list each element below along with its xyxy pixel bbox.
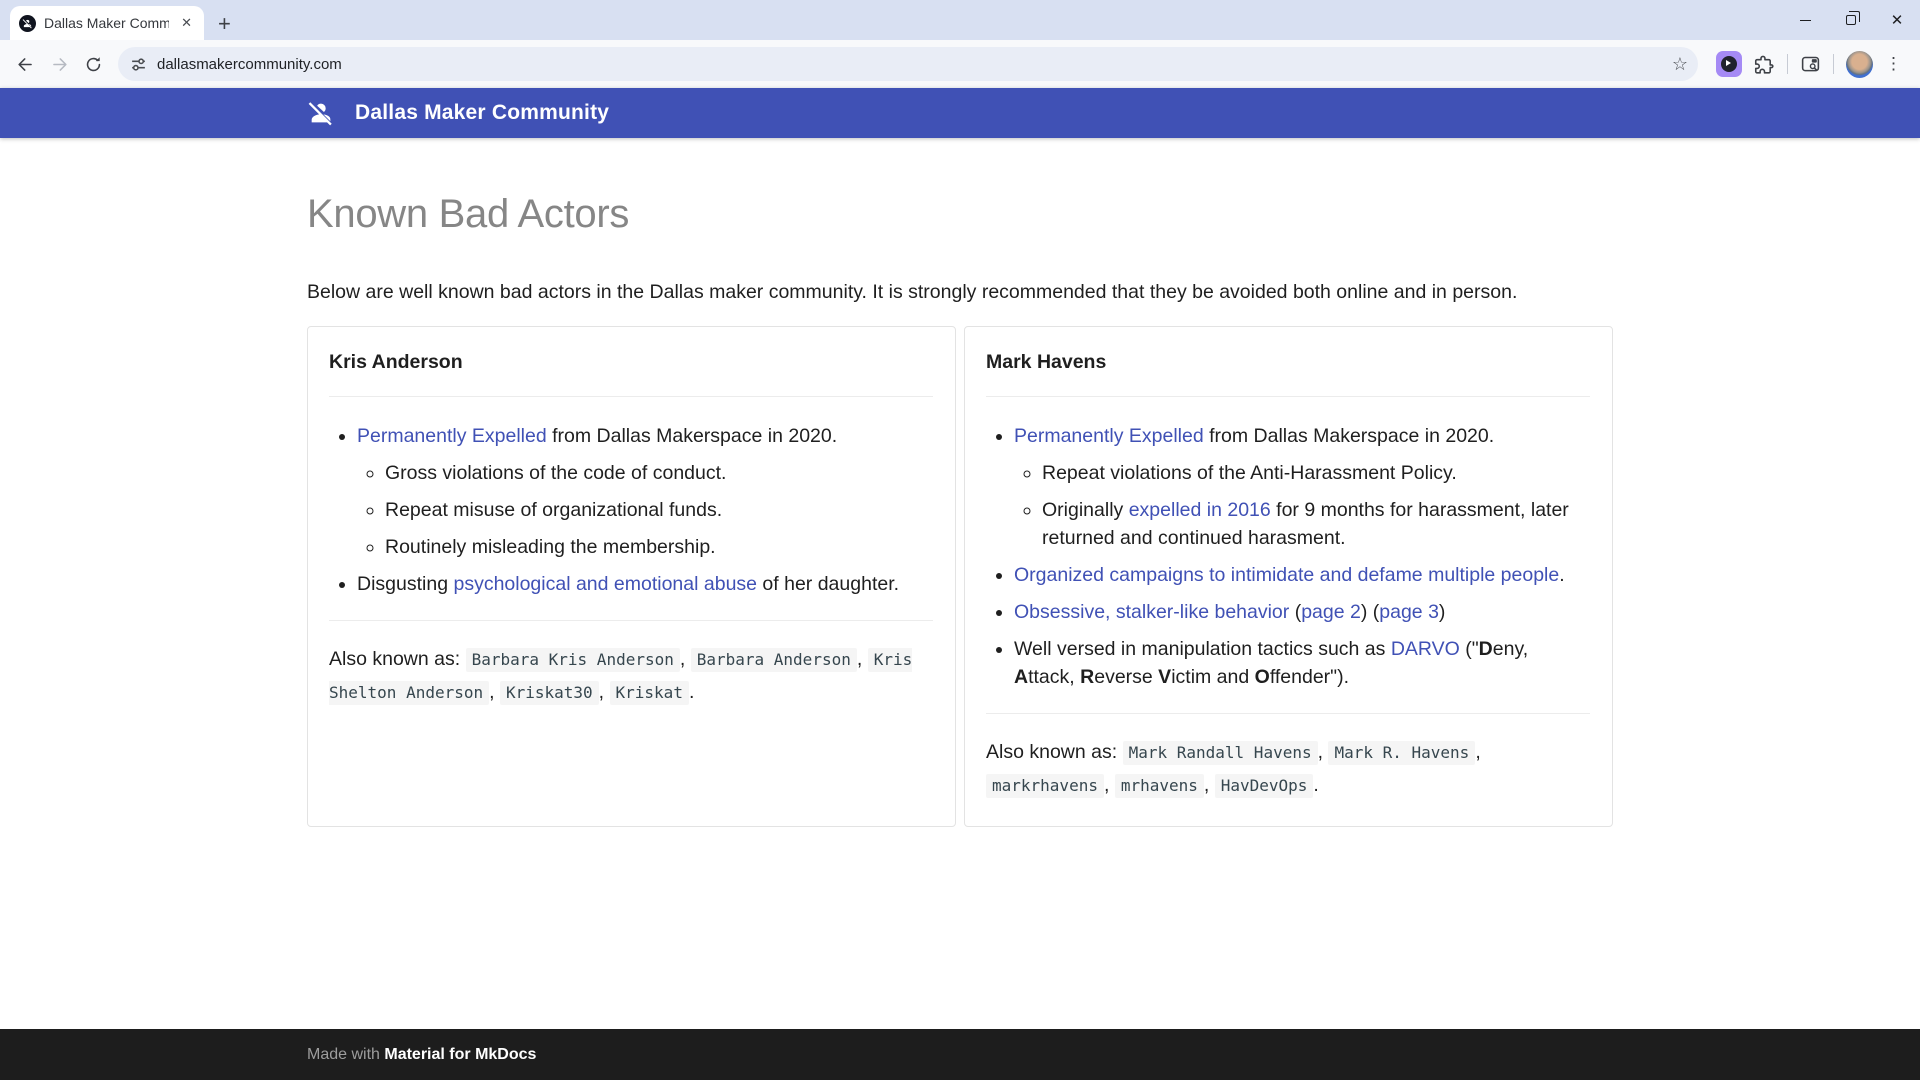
bullet-list: Permanently Expelled from Dallas Makersp… bbox=[329, 422, 933, 598]
page-title: Known Bad Actors bbox=[307, 192, 1613, 237]
bullet-list: Repeat violations of the Anti-Harassment… bbox=[1014, 459, 1590, 552]
sidebar-search-icon[interactable] bbox=[1800, 54, 1821, 75]
inline-link[interactable]: page 2 bbox=[1301, 601, 1361, 623]
alias-code: Kriskat30 bbox=[500, 681, 599, 705]
tab-close-icon[interactable]: ✕ bbox=[177, 13, 196, 33]
back-icon bbox=[16, 55, 35, 74]
aka-line: Also known as: Mark Randall Havens, Mark… bbox=[986, 736, 1590, 802]
card-title: Kris Anderson bbox=[329, 351, 933, 374]
forward-icon bbox=[50, 55, 69, 74]
inline-link[interactable]: page 3 bbox=[1379, 601, 1439, 623]
back-button[interactable] bbox=[8, 47, 42, 81]
list-item: Well versed in manipulation tactics such… bbox=[1014, 635, 1590, 691]
divider bbox=[329, 396, 933, 397]
extensions-puzzle-icon[interactable] bbox=[1754, 54, 1775, 75]
minimize-icon bbox=[1800, 20, 1811, 21]
browser-tabstrip: Dallas Maker Community ✕ + ✕ bbox=[0, 0, 1920, 40]
site-header: Dallas Maker Community bbox=[0, 88, 1920, 138]
inline-link[interactable]: psychological and emotional abuse bbox=[453, 573, 757, 595]
alias-code: HavDevOps bbox=[1215, 774, 1314, 798]
url-text[interactable]: dallasmakercommunity.com bbox=[157, 56, 342, 73]
address-bar[interactable]: dallasmakercommunity.com ☆ bbox=[118, 47, 1698, 81]
lens-icon bbox=[1721, 56, 1737, 72]
alias-code: Barbara Kris Anderson bbox=[466, 648, 680, 672]
site-title[interactable]: Dallas Maker Community bbox=[355, 101, 609, 125]
site-footer: Made with Material for MkDocs bbox=[0, 1029, 1920, 1080]
card-title: Mark Havens bbox=[986, 351, 1590, 374]
window-controls: ✕ bbox=[1782, 0, 1920, 40]
restore-icon bbox=[1846, 15, 1856, 25]
list-item: Repeat misuse of organizational funds. bbox=[385, 496, 933, 524]
window-restore-button[interactable] bbox=[1828, 0, 1874, 40]
alias-code: Mark R. Havens bbox=[1328, 741, 1475, 765]
kebab-menu-icon[interactable]: ⋮ bbox=[1885, 54, 1902, 74]
footer-text: Made with Material for MkDocs bbox=[307, 1046, 1613, 1064]
bad-actor-card: Mark Havens Permanently Expelled from Dal… bbox=[964, 326, 1613, 827]
toolbar-divider bbox=[1787, 54, 1788, 74]
new-tab-icon[interactable]: + bbox=[218, 13, 231, 35]
made-with-label: Made with bbox=[307, 1046, 384, 1063]
browser-toolbar: dallasmakercommunity.com ☆ ⋮ bbox=[0, 40, 1920, 88]
list-item: Permanently Expelled from Dallas Makersp… bbox=[357, 422, 933, 561]
list-item: Disgusting psychological and emotional a… bbox=[357, 570, 933, 598]
inline-link[interactable]: Obsessive, stalker-like behavior bbox=[1014, 601, 1289, 623]
inline-link[interactable]: expelled in 2016 bbox=[1129, 499, 1271, 521]
close-icon: ✕ bbox=[1891, 13, 1904, 28]
bold-text: V bbox=[1158, 666, 1171, 688]
reload-icon bbox=[84, 55, 103, 74]
window-close-button[interactable]: ✕ bbox=[1874, 0, 1920, 40]
profile-avatar[interactable] bbox=[1846, 51, 1873, 78]
list-item: Organized campaigns to intimidate and de… bbox=[1014, 561, 1590, 589]
reload-button[interactable] bbox=[76, 47, 110, 81]
web-page: Dallas Maker Community Known Bad Actors … bbox=[0, 88, 1920, 1080]
alias-code: Mark Randall Havens bbox=[1123, 741, 1318, 765]
site-favicon bbox=[19, 15, 36, 32]
alias-code: mrhavens bbox=[1115, 774, 1204, 798]
list-item: Permanently Expelled from Dallas Makersp… bbox=[1014, 422, 1590, 552]
alias-code: Barbara Anderson bbox=[691, 648, 857, 672]
alias-code: Kriskat bbox=[610, 681, 689, 705]
main-content: Known Bad Actors Below are well known ba… bbox=[0, 138, 1920, 1029]
list-item: Gross violations of the code of conduct. bbox=[385, 459, 933, 487]
toolbar-right-cluster: ⋮ bbox=[1704, 51, 1912, 78]
bad-actor-cards: Kris Anderson Permanently Expelled from D… bbox=[307, 326, 1613, 827]
bad-actor-card: Kris Anderson Permanently Expelled from D… bbox=[307, 326, 956, 827]
toolbar-divider bbox=[1833, 54, 1834, 74]
person-off-logo-icon bbox=[307, 99, 335, 127]
forward-button[interactable] bbox=[42, 47, 76, 81]
alias-code: markrhavens bbox=[986, 774, 1104, 798]
list-item: Routinely misleading the membership. bbox=[385, 533, 933, 561]
divider bbox=[986, 396, 1590, 397]
list-item: Originally expelled in 2016 for 9 months… bbox=[1042, 496, 1590, 552]
generator-link[interactable]: Material for MkDocs bbox=[384, 1046, 536, 1063]
aka-line: Also known as: Barbara Kris Anderson, Ba… bbox=[329, 643, 933, 709]
bold-text: D bbox=[1479, 638, 1493, 660]
list-item: Repeat violations of the Anti-Harassment… bbox=[1042, 459, 1590, 487]
window-minimize-button[interactable] bbox=[1782, 0, 1828, 40]
divider bbox=[329, 620, 933, 621]
bullet-list: Permanently Expelled from Dallas Makersp… bbox=[986, 422, 1590, 691]
inline-link[interactable]: DARVO bbox=[1391, 638, 1460, 660]
bold-text: O bbox=[1255, 666, 1270, 688]
inline-link[interactable]: Permanently Expelled bbox=[1014, 425, 1204, 447]
bold-text: A bbox=[1014, 666, 1028, 688]
tab-title: Dallas Maker Community bbox=[44, 15, 169, 31]
inline-link[interactable]: Permanently Expelled bbox=[357, 425, 547, 447]
intro-paragraph: Below are well known bad actors in the D… bbox=[307, 279, 1613, 306]
bold-text: R bbox=[1080, 666, 1094, 688]
divider bbox=[986, 713, 1590, 714]
inline-link[interactable]: Organized campaigns to intimidate and de… bbox=[1014, 564, 1559, 586]
screenshot-extension-icon[interactable] bbox=[1716, 51, 1742, 77]
list-item: Obsessive, stalker-like behavior (page 2… bbox=[1014, 598, 1590, 626]
bullet-list: Gross violations of the code of conduct.… bbox=[357, 459, 933, 561]
browser-tab[interactable]: Dallas Maker Community ✕ bbox=[10, 6, 204, 40]
bookmark-star-icon[interactable]: ☆ bbox=[1672, 55, 1688, 73]
site-settings-icon[interactable] bbox=[130, 56, 147, 73]
